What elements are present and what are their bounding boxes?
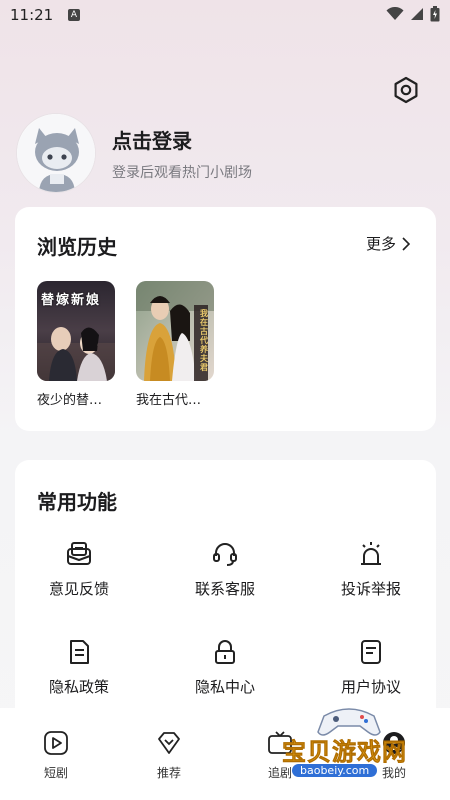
privacy-policy-label: 隐私政策 — [48, 678, 109, 696]
avatar[interactable] — [16, 113, 96, 193]
status-icons — [386, 6, 440, 22]
chevron-right-icon — [402, 236, 410, 251]
more-label: 更多 — [365, 235, 396, 253]
watermark: 宝贝游戏网 baobeiy.com — [274, 704, 424, 784]
history-title: 浏览历史 — [37, 235, 117, 259]
report-button[interactable]: 投诉举报 — [316, 540, 426, 599]
user-agreement-label: 用户协议 — [340, 678, 401, 696]
history-item-label[interactable]: 我在古代… — [136, 389, 216, 408]
history-more-link[interactable]: 更多 — [366, 233, 410, 254]
tab-shorts[interactable]: 短剧 — [16, 730, 96, 781]
play-icon — [44, 731, 68, 755]
battery-icon — [430, 6, 440, 22]
wifi-icon — [386, 7, 404, 20]
customer-service-button[interactable]: 联系客服 — [170, 540, 280, 599]
default-avatar-icon — [17, 114, 95, 192]
login-title[interactable]: 点击登录 — [112, 125, 192, 154]
status-time: 11:21 — [10, 6, 54, 24]
watermark-text: 宝贝游戏网 — [282, 738, 407, 767]
functions-card: 常用功能 意见反馈 联系客服 投诉举报 隐私政策 隐私中心 用户协议 — [15, 460, 436, 740]
report-label: 投诉举报 — [340, 580, 401, 598]
settings-icon — [394, 76, 418, 104]
history-card: 浏览历史 更多 替嫁新娘 夜少的替… 我在古代养夫君 我在古代… — [15, 207, 436, 431]
headset-icon — [213, 543, 237, 566]
history-item-poster[interactable]: 我在古代养夫君 — [136, 281, 214, 381]
poster-title-text: 替嫁新娘 — [41, 293, 102, 308]
tab-shorts-label: 短剧 — [43, 766, 68, 780]
diamond-icon — [158, 732, 180, 754]
lock-icon — [215, 640, 235, 664]
feedback-label: 意见反馈 — [48, 580, 109, 598]
login-subtitle: 登录后观看热门小剧场 — [112, 165, 252, 181]
status-a-icon: A — [68, 9, 80, 21]
settings-button[interactable] — [392, 76, 420, 104]
alarm-icon — [361, 542, 381, 565]
feedback-icon — [67, 542, 91, 565]
signal-icon — [411, 8, 423, 20]
customer-service-label: 联系客服 — [194, 580, 255, 598]
privacy-center-label: 隐私中心 — [194, 678, 255, 696]
watermark-url: baobeiy.com — [292, 764, 378, 777]
user-agreement-button[interactable]: 用户协议 — [316, 638, 426, 697]
document-icon — [70, 640, 89, 664]
tab-recommend-label: 推荐 — [156, 766, 181, 780]
functions-title: 常用功能 — [37, 490, 117, 514]
history-item-poster[interactable]: 替嫁新娘 — [37, 281, 115, 381]
poster-title-text: 我在古代养夫君 — [200, 309, 208, 372]
tab-recommend[interactable]: 推荐 — [129, 730, 209, 781]
privacy-policy-button[interactable]: 隐私政策 — [24, 638, 134, 697]
history-item-label[interactable]: 夜少的替… — [37, 389, 117, 408]
privacy-center-button[interactable]: 隐私中心 — [170, 638, 280, 697]
feedback-button[interactable]: 意见反馈 — [24, 540, 134, 599]
status-bar: 11:21 A — [0, 0, 450, 32]
agreement-icon — [361, 640, 381, 664]
